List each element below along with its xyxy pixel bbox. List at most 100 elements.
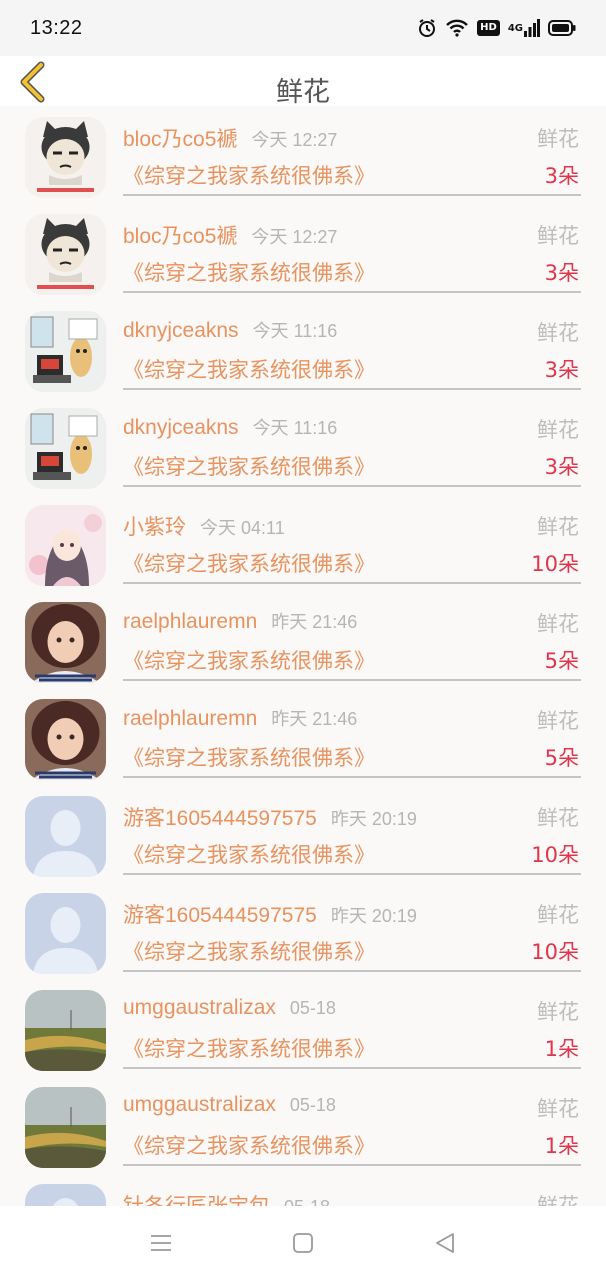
book-title-link[interactable]: 《综穿之我家系统很佛系》: [123, 839, 375, 869]
list-item[interactable]: dknyjceakns 今天 11:16 鲜花 《综穿之我家系统很佛系》 3朵: [0, 397, 606, 494]
username[interactable]: dknyjceakns 今天 11:16: [123, 317, 337, 343]
avatar[interactable]: [25, 699, 106, 780]
list-item[interactable]: bloc乃co5褫 今天 12:27 鲜花 《综穿之我家系统很佛系》 3朵: [0, 106, 606, 203]
username[interactable]: 小紫玲 今天 04:11: [123, 511, 285, 541]
username[interactable]: umggaustralizax 05-18: [123, 996, 336, 1020]
gift-type-label: 鲜花: [537, 515, 579, 539]
list-item[interactable]: 小紫玲 今天 04:11 鲜花《综穿之我家系统很佛系》 10朵: [0, 494, 606, 591]
username-text: dknyjceakns: [123, 416, 239, 439]
timestamp: 05-18: [289, 1095, 336, 1115]
avatar[interactable]: [25, 893, 106, 974]
avatar[interactable]: [25, 408, 106, 489]
gift-count: 1朵: [544, 1037, 579, 1061]
username[interactable]: raelphlauremn 昨天 21:46: [123, 705, 357, 731]
username[interactable]: 游客1605444597575 昨天 20:19: [123, 802, 417, 832]
menu-icon: [151, 1235, 171, 1251]
divider: [123, 485, 581, 487]
username[interactable]: raelphlauremn 昨天 21:46: [123, 608, 357, 634]
hd-badge: HD: [477, 20, 500, 36]
signal-icon: 4G: [508, 19, 540, 37]
page-title: 鲜花: [276, 77, 330, 108]
book-title-link[interactable]: 《综穿之我家系统很佛系》: [123, 936, 375, 966]
username-text: bloc乃co5褫: [123, 128, 238, 151]
avatar[interactable]: [25, 990, 106, 1071]
wifi-icon: [445, 18, 469, 38]
book-title-link[interactable]: 《综穿之我家系统很佛系》: [123, 257, 375, 287]
network-type-label: 4G: [507, 22, 523, 34]
username-text: raelphlauremn: [123, 707, 258, 730]
list-item[interactable]: umggaustralizax 05-18 鲜花《综穿之我家系统很佛系》 1朵: [0, 979, 606, 1076]
divider: [123, 388, 581, 390]
avatar[interactable]: [25, 1087, 106, 1168]
list-item[interactable]: raelphlauremn 昨天 21:46 鲜花《综穿之我家系统很佛系》 5朵: [0, 591, 606, 688]
battery-icon: [548, 20, 576, 36]
username[interactable]: bloc乃co5褫 今天 12:27: [123, 123, 337, 153]
divider: [123, 1164, 581, 1166]
status-icons: HD 4G: [417, 18, 576, 38]
menu-button[interactable]: [145, 1227, 177, 1259]
gift-count: 10朵: [531, 552, 579, 576]
list-item[interactable]: 针各行匠张宝包 05-18 鲜花: [0, 1173, 606, 1206]
avatar[interactable]: [25, 796, 106, 877]
avatar[interactable]: [25, 1184, 106, 1206]
timestamp: 今天 11:16: [252, 321, 338, 341]
book-title-link[interactable]: 《综穿之我家系统很佛系》: [123, 645, 375, 675]
book-title-link[interactable]: 《综穿之我家系统很佛系》: [123, 548, 375, 578]
avatar[interactable]: [25, 117, 106, 198]
username-text: umggaustralizax: [123, 996, 276, 1019]
list-item[interactable]: 游客1605444597575 昨天 20:19 鲜花 《综穿之我家系统很佛系》 10朵: [0, 882, 606, 979]
gift-type-label: 鲜花: [537, 612, 579, 636]
divider: [123, 679, 581, 681]
timestamp: 昨天 21:46: [271, 709, 358, 729]
gift-record-list[interactable]: bloc乃co5褫 今天 12:27 鲜花 《综穿之我家系统很佛系》 3朵 bloc乃co…: [0, 106, 606, 1206]
username[interactable]: 游客1605444597575 昨天 20:19: [123, 899, 417, 929]
gift-type-label: 鲜花: [537, 1097, 579, 1121]
divider: [123, 776, 581, 778]
timestamp: 昨天 20:19: [330, 906, 417, 926]
timestamp: 今天 04:11: [200, 518, 285, 538]
book-title-link[interactable]: 《综穿之我家系统很佛系》: [123, 1130, 375, 1160]
gift-count: 10朵: [531, 940, 579, 964]
gift-type-label: 鲜花: [537, 224, 579, 248]
gift-count: 10朵: [531, 843, 579, 867]
username-text: bloc乃co5褫: [123, 225, 238, 248]
back-nav-button[interactable]: [429, 1227, 461, 1259]
gift-count: 3朵: [544, 261, 579, 285]
book-title-link[interactable]: 《综穿之我家系统很佛系》: [123, 742, 375, 772]
list-item[interactable]: raelphlauremn 昨天 21:46 鲜花 《综穿之我家系统很佛系》 5朵: [0, 688, 606, 785]
timestamp: 今天 11:16: [252, 418, 338, 438]
book-title-link[interactable]: 《综穿之我家系统很佛系》: [123, 354, 375, 384]
avatar[interactable]: [25, 505, 106, 586]
avatar[interactable]: [25, 214, 106, 295]
avatar[interactable]: [25, 311, 106, 392]
username-text: 游客1605444597575: [123, 904, 317, 927]
username[interactable]: 针各行匠张宝包 05-18: [123, 1190, 330, 1206]
system-nav-bar: [0, 1206, 606, 1280]
gift-count: 1朵: [544, 1134, 579, 1158]
gift-count: 3朵: [544, 358, 579, 382]
list-item[interactable]: dknyjceakns 今天 11:16 鲜花 《综穿之我家系统很佛系》 3朵: [0, 300, 606, 397]
gift-count: 3朵: [544, 164, 579, 188]
home-button[interactable]: [287, 1227, 319, 1259]
username-text: 小紫玲: [123, 516, 186, 539]
gift-type-label: 鲜花: [537, 1000, 579, 1024]
list-item[interactable]: bloc乃co5褫 今天 12:27 鲜花《综穿之我家系统很佛系》 3朵: [0, 203, 606, 300]
avatar[interactable]: [25, 602, 106, 683]
divider: [123, 1067, 581, 1069]
username[interactable]: dknyjceakns 今天 11:16: [123, 414, 337, 440]
timestamp: 05-18: [284, 1197, 330, 1206]
list-item[interactable]: umggaustralizax 05-18 鲜花《综穿之我家系统很佛系》 1朵: [0, 1076, 606, 1173]
divider: [123, 291, 581, 293]
gift-count: 5朵: [544, 649, 579, 673]
divider: [123, 194, 581, 196]
username-text: raelphlauremn: [123, 610, 258, 633]
timestamp: 今天 12:27: [251, 227, 338, 247]
book-title-link[interactable]: 《综穿之我家系统很佛系》: [123, 160, 375, 190]
username-text: 针各行匠张宝包: [123, 1195, 270, 1206]
username[interactable]: bloc乃co5褫 今天 12:27: [123, 220, 337, 250]
book-title-link[interactable]: 《综穿之我家系统很佛系》: [123, 451, 375, 481]
header: 鲜花: [0, 56, 606, 108]
book-title-link[interactable]: 《综穿之我家系统很佛系》: [123, 1033, 375, 1063]
username[interactable]: umggaustralizax 05-18: [123, 1093, 336, 1117]
list-item[interactable]: 游客1605444597575 昨天 20:19 鲜花 《综穿之我家系统很佛系》 10朵: [0, 785, 606, 882]
